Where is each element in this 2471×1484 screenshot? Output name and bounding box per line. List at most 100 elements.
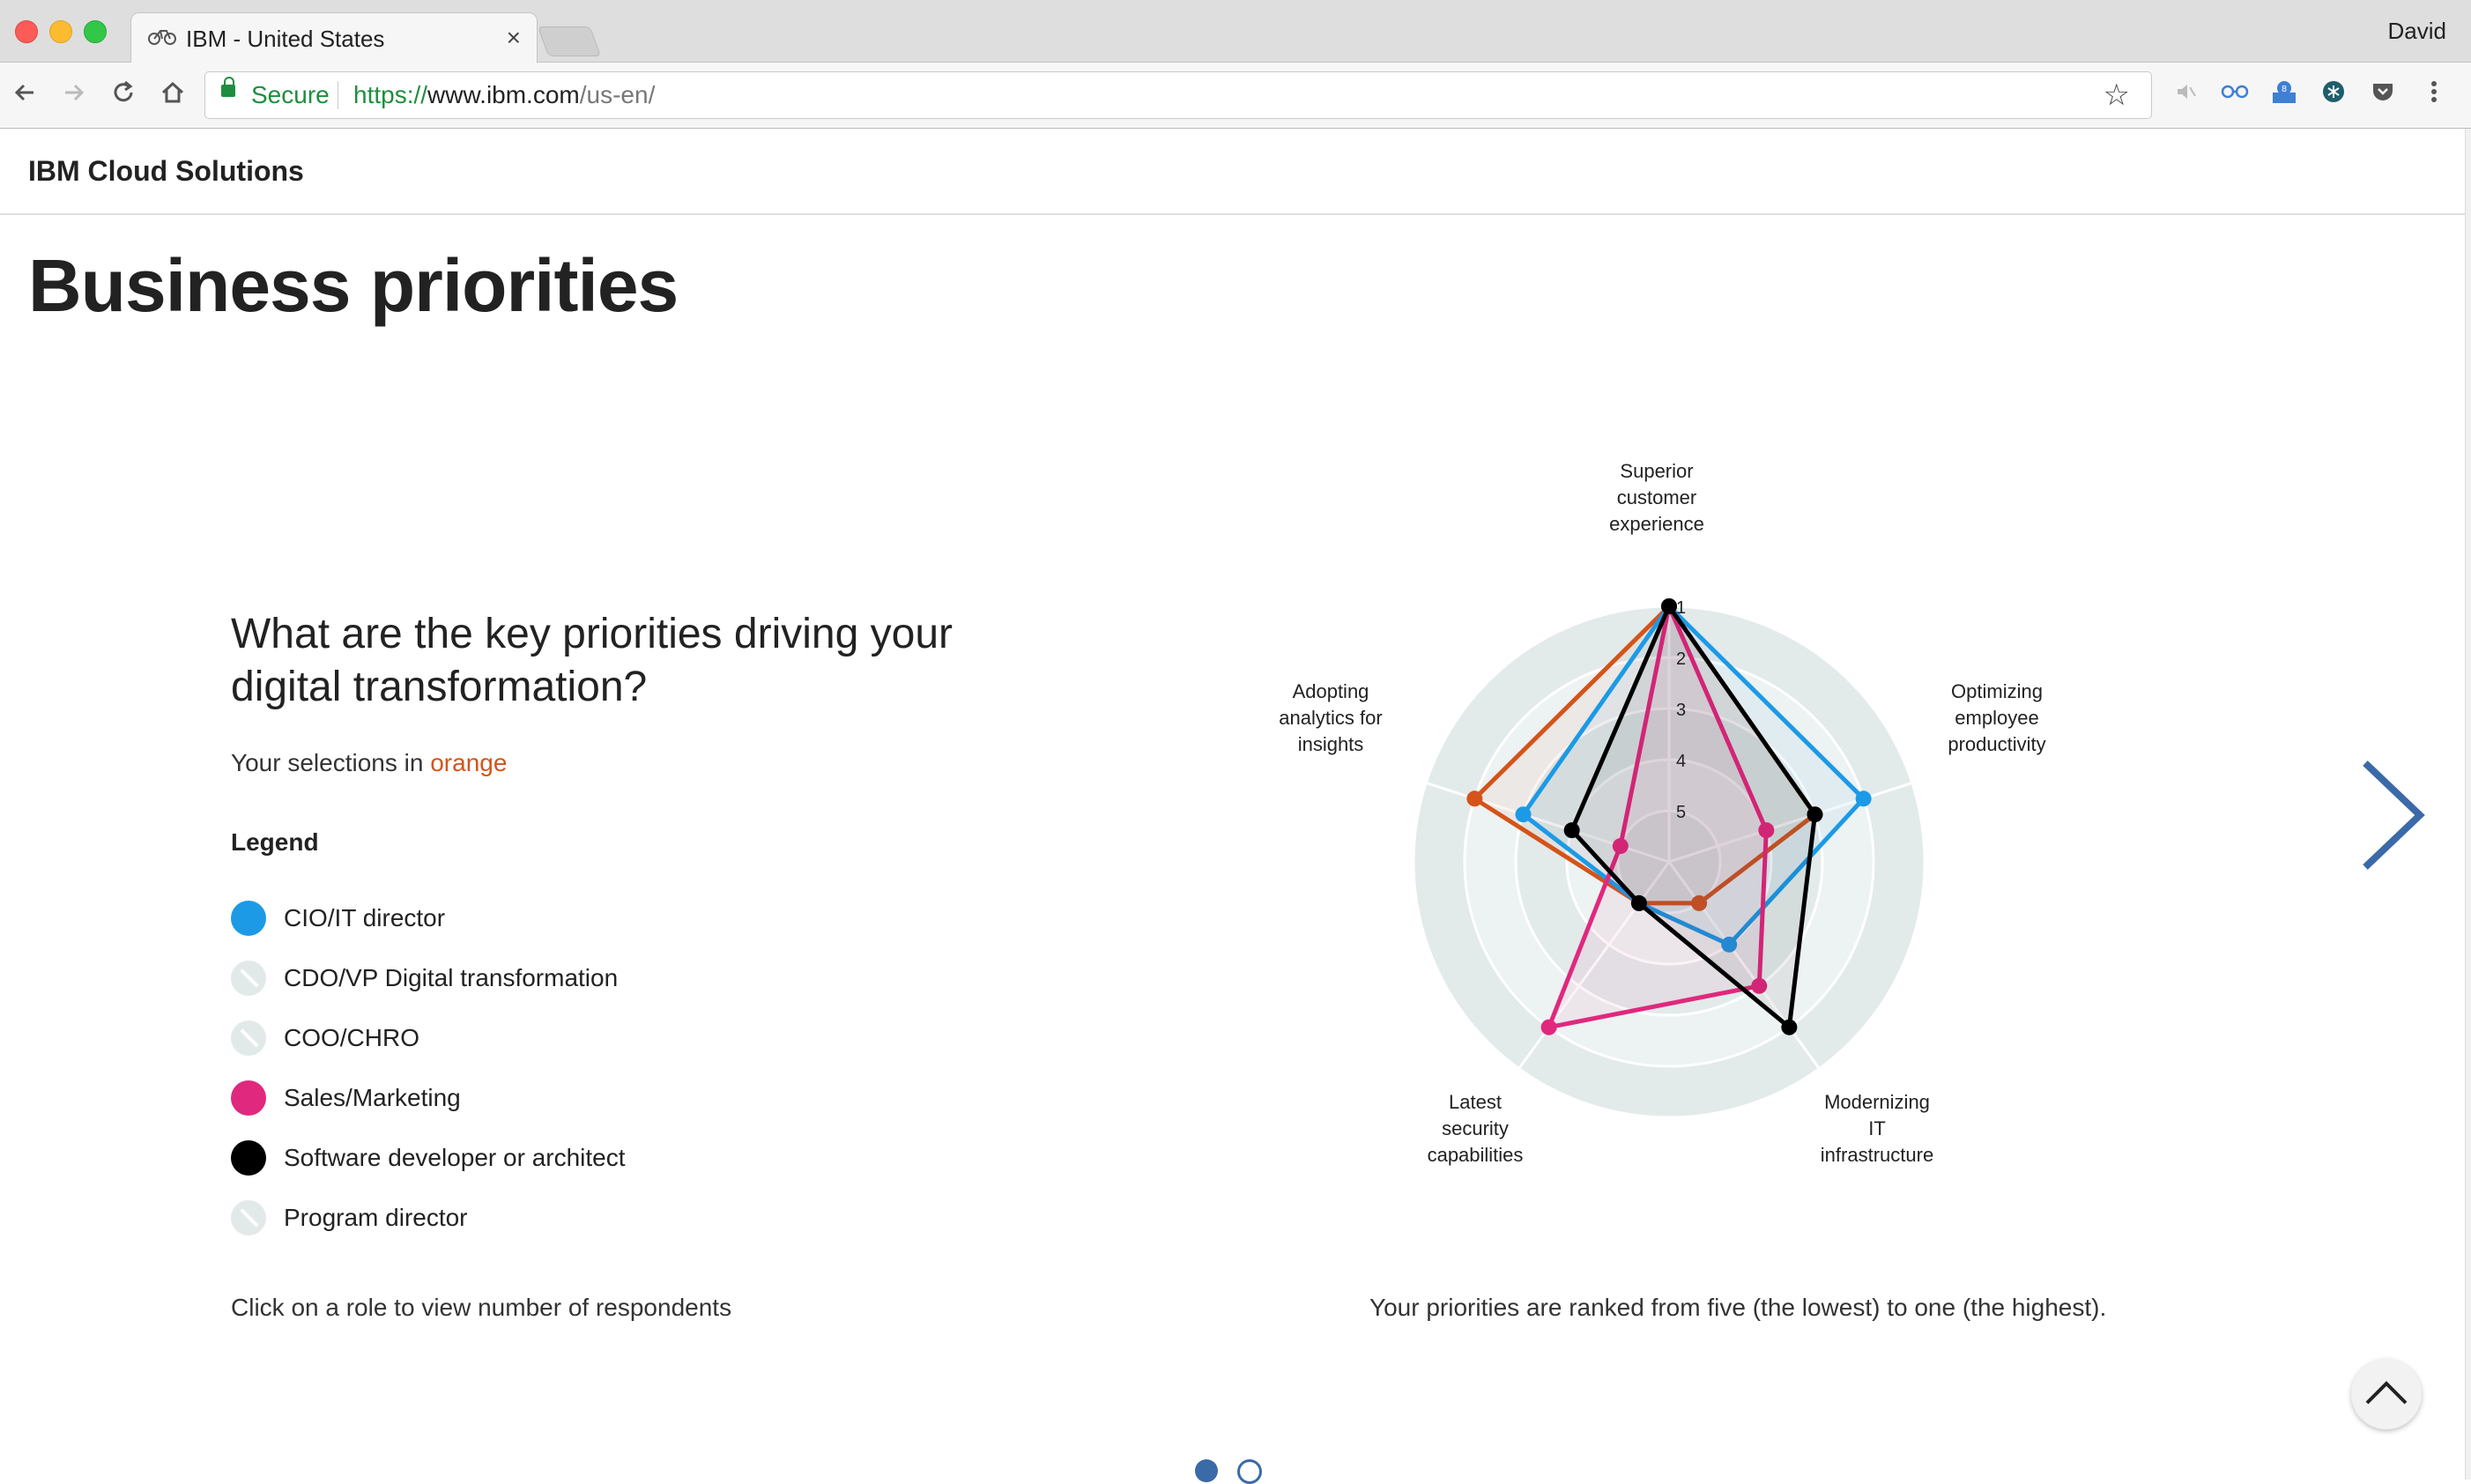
pagination-dot-active[interactable] (1195, 1459, 1218, 1482)
extension-badge-icon[interactable]: 8 (2268, 78, 2300, 110)
axis-label-line: productivity (1948, 733, 2046, 755)
axis-label-line: IT (1868, 1117, 1886, 1139)
legend-label: Program director (284, 1204, 468, 1231)
radar-data-point (1515, 806, 1532, 823)
bookmark-star-icon[interactable]: ☆ (2104, 78, 2130, 113)
legend-item-cdo[interactable]: CDO/VP Digital transformation (231, 961, 760, 996)
pagination-dot[interactable] (1237, 1459, 1262, 1484)
extension-mute-icon[interactable] (2170, 78, 2201, 110)
click-note: Click on a role to view number of respon… (231, 1294, 732, 1321)
axis-label-line: Optimizing (1951, 680, 2043, 702)
radar-data-point (1540, 1019, 1557, 1035)
axis-label-line: capabilities (1427, 1144, 1524, 1166)
new-tab-button[interactable] (537, 26, 602, 56)
menu-icon[interactable] (2418, 78, 2450, 110)
legend-label: CIO/IT director (284, 904, 446, 931)
maximize-window-button[interactable] (84, 20, 107, 43)
axis-label-line: Adopting (1292, 680, 1369, 702)
legend-label: Software developer or architect (284, 1144, 626, 1171)
radar-data-point (1781, 1019, 1798, 1035)
favicon-icon (147, 26, 177, 53)
axis-label-it-infrastructure: Modernizing IT infrastructure (1798, 1089, 1956, 1169)
rank-note: Your priorities are ranked from five (th… (1369, 1294, 2107, 1321)
axis-label-line: insights (1297, 733, 1364, 755)
url-text[interactable]: https://www.ibm.com/us-en/ (353, 81, 655, 109)
question-heading: What are the key priorities driving your… (231, 611, 953, 710)
radar-data-point (1563, 822, 1580, 839)
axis-label-employee-productivity: Optimizing employee productivity (1926, 679, 2067, 758)
radar-data-point (1661, 598, 1677, 614)
site-name[interactable]: IBM Cloud Solutions (28, 155, 304, 188)
legend-item-program-director[interactable]: Program director (231, 1200, 760, 1235)
axis-label-analytics: Adopting analytics for insights (1251, 679, 1410, 758)
legend-swatch (231, 1200, 266, 1235)
axis-label-line: experience (1609, 513, 1704, 535)
tab-close-icon[interactable]: × (507, 24, 521, 52)
browser-tab[interactable]: IBM - United States × (130, 12, 538, 63)
axis-label-security: Latest security capabilities (1396, 1089, 1555, 1169)
legend-item-developer[interactable]: Software developer or architect (231, 1140, 760, 1176)
secure-label: Secure (251, 81, 330, 108)
minimize-window-button[interactable] (49, 20, 72, 43)
radar-tick-label: 3 (1676, 701, 1686, 720)
home-icon[interactable] (157, 78, 189, 113)
extension-asterisk-icon[interactable] (2318, 78, 2349, 110)
site-header: IBM Cloud Solutions (0, 129, 2466, 215)
browser-toolbar: Secure https://www.ibm.com/us-en/ ☆ 8 (0, 63, 2471, 129)
radar-tick-label: 1 (1676, 598, 1686, 618)
radar-tick-label: 4 (1676, 752, 1686, 771)
tab-title: IBM - United States (186, 26, 385, 52)
pocket-icon[interactable] (2367, 78, 2399, 110)
next-slide-button[interactable] (2358, 758, 2429, 872)
radar-data-point (1466, 790, 1483, 807)
selections-prefix: Your selections in (231, 749, 431, 776)
legend-title: Legend (231, 828, 319, 856)
axis-label-line: employee (1955, 707, 2039, 729)
legend-label: COO/CHRO (284, 1024, 419, 1051)
legend-item-cio[interactable]: CIO/IT director (231, 901, 760, 936)
forward-icon[interactable] (58, 78, 90, 113)
legend-item-sales[interactable]: Sales/Marketing (231, 1080, 760, 1116)
axis-label-customer-experience: Superior customer experience (1586, 458, 1727, 538)
profile-name[interactable]: David (2388, 18, 2446, 45)
svg-text:8: 8 (2282, 85, 2287, 94)
axis-label-line: Latest (1449, 1091, 1502, 1113)
legend-item-coo[interactable]: COO/CHRO (231, 1020, 760, 1056)
axis-label-line: infrastructure (1820, 1144, 1934, 1166)
reload-icon[interactable] (108, 78, 139, 113)
axis-label-line: customer (1616, 486, 1697, 508)
axis-label-line: Modernizing (1824, 1091, 1930, 1113)
url-host: www.ibm.com (427, 81, 580, 108)
url-scheme: https:// (353, 81, 428, 108)
legend-swatch (231, 1020, 266, 1056)
legend-swatch (231, 901, 266, 936)
selections-note: Your selections in orange (231, 749, 507, 777)
axis-label-line: security (1442, 1117, 1509, 1139)
url-path: /us-en/ (579, 81, 656, 108)
browser-tab-bar: IBM - United States × David (0, 0, 2471, 63)
legend-label: CDO/VP Digital transformation (284, 964, 619, 991)
legend-swatch (231, 961, 266, 996)
radar-data-point (1855, 790, 1872, 807)
close-window-button[interactable] (15, 20, 38, 43)
axis-label-line: analytics for (1279, 707, 1383, 729)
radar-chart: 1 2 3 4 5 Superior customer experience Optim… (1251, 441, 2080, 1216)
legend-swatch (231, 1080, 266, 1116)
extension-glasses-icon[interactable] (2219, 78, 2251, 110)
page-title: Business priorities (28, 244, 679, 327)
radar-tick-label: 5 (1676, 803, 1686, 822)
chevron-up-icon (2365, 1381, 2408, 1405)
legend-swatch (231, 1140, 266, 1176)
back-to-top-button[interactable] (2351, 1359, 2422, 1429)
chevron-right-icon (2363, 761, 2425, 870)
back-icon[interactable] (9, 78, 41, 113)
radar-data-point (1807, 806, 1823, 823)
axis-label-line: Superior (1620, 460, 1694, 482)
address-bar[interactable]: Secure https://www.ibm.com/us-en/ ☆ (204, 71, 2152, 119)
radar-data-point (1630, 894, 1647, 911)
lock-icon (221, 77, 235, 97)
legend-label: Sales/Marketing (284, 1084, 461, 1111)
selections-color-word: orange (430, 749, 508, 776)
radar-tick-label: 2 (1676, 649, 1686, 669)
scrollbar[interactable] (2465, 129, 2471, 1480)
